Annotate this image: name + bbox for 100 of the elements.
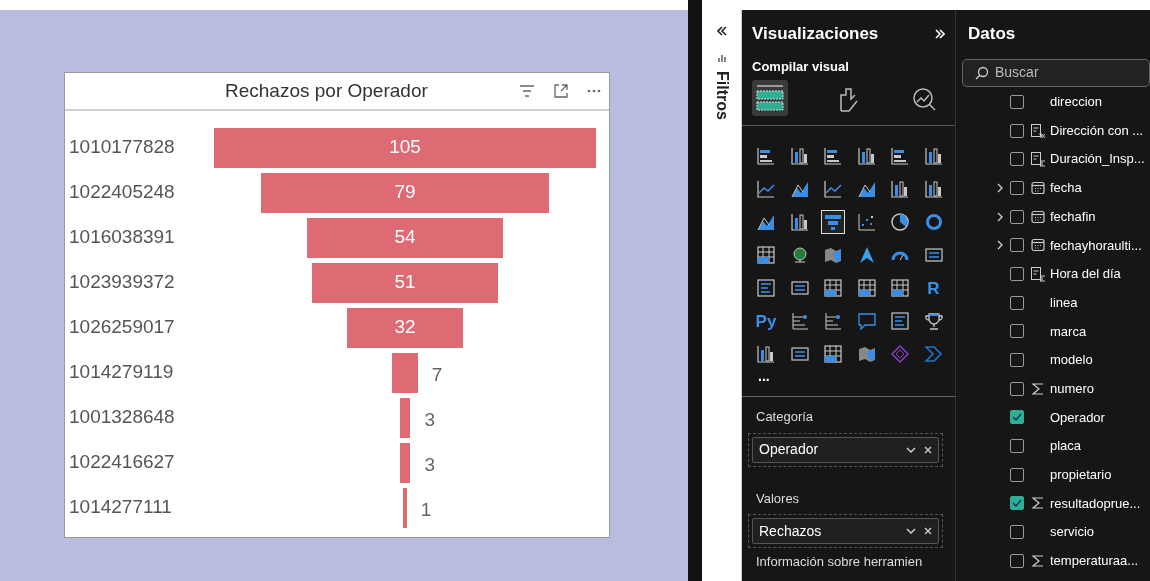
section-subtitle: Compilar visual [751, 57, 850, 76]
table-icon [756, 245, 776, 265]
visual-type-button[interactable] [821, 276, 845, 300]
checkbox[interactable] [1010, 238, 1024, 253]
field-name[interactable]: modelo [1050, 350, 1093, 370]
search-icon [975, 65, 989, 80]
checkbox[interactable] [1010, 496, 1024, 511]
visual-type-button[interactable] [888, 276, 912, 300]
remove-icon[interactable] [924, 527, 932, 535]
field-pill[interactable]: Operador [752, 436, 939, 463]
scatter-chart-icon [856, 212, 877, 232]
checkbox[interactable] [1010, 381, 1024, 396]
checkbox[interactable] [1010, 180, 1024, 195]
focus-mode-icon[interactable] [553, 83, 569, 99]
diamond-icon [890, 344, 910, 364]
field-name[interactable]: resultadoprue... [1050, 493, 1141, 514]
field-name[interactable]: Hora del día [1050, 264, 1121, 284]
field-name[interactable]: placa [1050, 436, 1082, 456]
well-label: Valores [755, 489, 801, 508]
pane-title: Datos [967, 23, 1017, 45]
expand-chevron-icon[interactable] [996, 211, 1004, 222]
visual-type-button[interactable] [888, 210, 912, 234]
fields-tab[interactable] [752, 80, 788, 116]
fields-icon [753, 83, 787, 113]
filters-label[interactable]: Filtros [709, 71, 734, 120]
donut-chart-icon [923, 212, 944, 232]
category-label: 1026259017 [68, 315, 176, 340]
field-name[interactable]: marca [1050, 321, 1087, 342]
table-icon [823, 278, 843, 298]
visual-type-button[interactable]: Py [754, 309, 778, 333]
search-input[interactable]: Buscar [995, 62, 1135, 83]
remove-icon[interactable] [924, 445, 932, 454]
data-label: 3 [424, 407, 436, 432]
search-field[interactable]: Buscar [962, 58, 1150, 87]
checkbox[interactable] [1010, 123, 1024, 138]
field-name[interactable]: linea [1050, 292, 1078, 313]
checkbox[interactable] [1010, 152, 1024, 167]
more-options-icon[interactable] [587, 89, 601, 93]
table-icon [823, 344, 843, 364]
field-name[interactable]: numero [1050, 378, 1095, 399]
field-name[interactable]: direccion [1050, 92, 1103, 112]
data-label: 1 [420, 497, 432, 522]
field-name[interactable]: propietario [1050, 465, 1112, 485]
chevron-down-icon[interactable] [906, 446, 916, 453]
calendar-icon [1030, 179, 1046, 196]
chevron-icon [923, 344, 944, 364]
visual-type-button[interactable] [821, 210, 845, 234]
bar-chart-icon [823, 146, 843, 166]
checkbox[interactable] [1010, 467, 1024, 482]
field-name[interactable]: Dirección con ... [1050, 120, 1144, 141]
visual-type-button[interactable]: R [921, 276, 946, 300]
category-label: 1001328648 [68, 405, 176, 430]
collapse-icon[interactable] [716, 26, 727, 36]
field-name[interactable]: Duración_Insp... [1050, 149, 1145, 169]
chevron-down-icon[interactable] [906, 528, 916, 534]
expand-icon[interactable] [935, 28, 945, 39]
trophy-icon [923, 311, 944, 331]
field-pill[interactable]: Rechazos [752, 518, 939, 544]
expand-chevron-icon[interactable] [996, 182, 1004, 193]
funnel-bar [399, 397, 411, 438]
field-name[interactable]: Operador [1050, 407, 1105, 428]
checkbox[interactable] [1010, 324, 1024, 339]
data-label: 79 [394, 180, 416, 205]
column-chart-icon [789, 212, 810, 232]
category-label: 1022405248 [68, 180, 176, 205]
column-chart-icon [789, 146, 810, 166]
more-visuals-button[interactable]: ... [742, 366, 955, 388]
calculated-column-icon [1030, 122, 1046, 139]
filter-icon[interactable] [519, 84, 535, 98]
category-label: 1023939372 [68, 270, 176, 295]
checkbox[interactable] [1010, 525, 1024, 540]
field-name[interactable]: fecha [1050, 178, 1082, 198]
measure-icon [1030, 151, 1046, 168]
category-label: 1014277111 [68, 495, 173, 520]
table-icon [856, 278, 877, 298]
expand-chevron-icon[interactable] [996, 240, 1004, 251]
data-label: 105 [389, 135, 421, 160]
sigma-icon [1030, 495, 1046, 512]
map-icon [823, 245, 843, 265]
field-name[interactable]: servicio [1050, 522, 1095, 542]
checkbox[interactable] [1010, 295, 1024, 310]
checkbox[interactable] [1010, 266, 1024, 281]
visual-type-button[interactable] [821, 342, 845, 366]
line-chart-icon [823, 179, 843, 199]
checkbox[interactable] [1010, 94, 1024, 109]
calendar-icon [1030, 237, 1046, 254]
checkbox[interactable] [1010, 209, 1024, 224]
field-name[interactable]: fechayhoraulti... [1050, 235, 1142, 256]
field-name[interactable]: fechafin [1050, 206, 1096, 227]
measure-icon [1030, 265, 1046, 282]
checkbox[interactable] [1010, 353, 1024, 368]
column-chart-icon [923, 179, 944, 199]
checkbox[interactable] [1010, 410, 1024, 425]
sigma-icon [1030, 380, 1046, 397]
field-name[interactable]: temperaturaa... [1050, 551, 1139, 571]
sigma-icon [1030, 552, 1046, 569]
column-chart-icon [923, 146, 944, 166]
visual-type-button[interactable] [754, 243, 778, 267]
checkbox[interactable] [1010, 439, 1024, 454]
checkbox[interactable] [1010, 553, 1024, 568]
